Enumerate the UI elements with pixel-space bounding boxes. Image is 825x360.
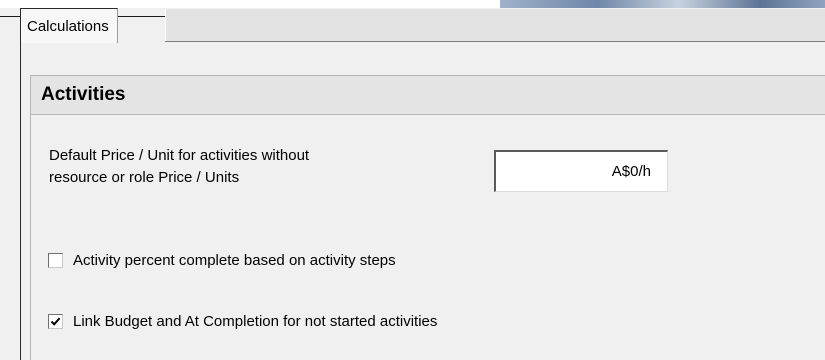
default-price-label-line-2: resource or role Price / Units	[49, 169, 240, 186]
tab-panel-border	[20, 42, 21, 360]
default-price-label-line-1: Default Price / Unit for activities with…	[49, 147, 310, 164]
activity-percent-complete-checkbox[interactable]	[48, 253, 63, 268]
check-icon	[50, 317, 61, 326]
tab-calculations[interactable]: Calculations	[20, 8, 118, 43]
option-link-budget-at-completion[interactable]: Link Budget and At Completion for not st…	[48, 313, 437, 330]
section-title: Activities	[41, 84, 126, 105]
calculations-window: Calculations Activities Default Price / …	[0, 0, 825, 360]
tab-label: Calculations	[27, 17, 109, 35]
link-budget-at-completion-checkbox[interactable]	[48, 314, 63, 329]
option-activity-percent-complete[interactable]: Activity percent complete based on activ…	[48, 252, 396, 269]
section-header	[30, 75, 825, 115]
activity-percent-complete-label: Activity percent complete based on activ…	[73, 252, 396, 269]
link-budget-at-completion-label: Link Budget and At Completion for not st…	[73, 313, 438, 330]
default-price-label: Default Price / Unit for activities with…	[49, 145, 469, 189]
tab-bar-fill	[165, 9, 825, 42]
default-price-input[interactable]	[494, 150, 668, 192]
